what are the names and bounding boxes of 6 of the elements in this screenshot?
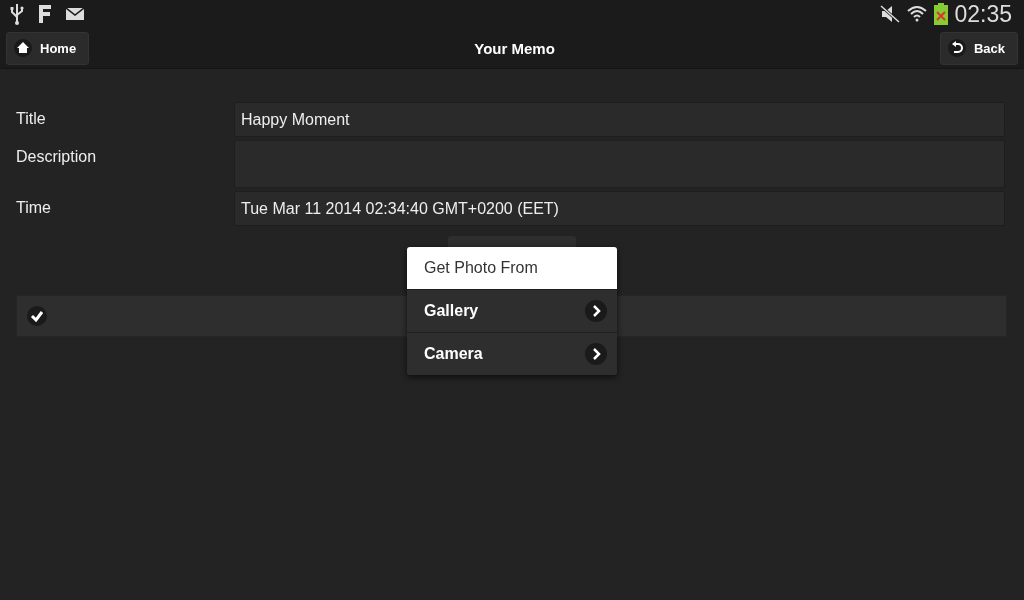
field-label: Title <box>16 109 47 128</box>
page-title: Your Memo <box>474 39 555 57</box>
field-label: Time <box>16 198 52 217</box>
field-label: Description <box>16 147 98 166</box>
status-time: 02:35 <box>954 0 1012 28</box>
popup-title: Get Photo From <box>407 247 617 289</box>
